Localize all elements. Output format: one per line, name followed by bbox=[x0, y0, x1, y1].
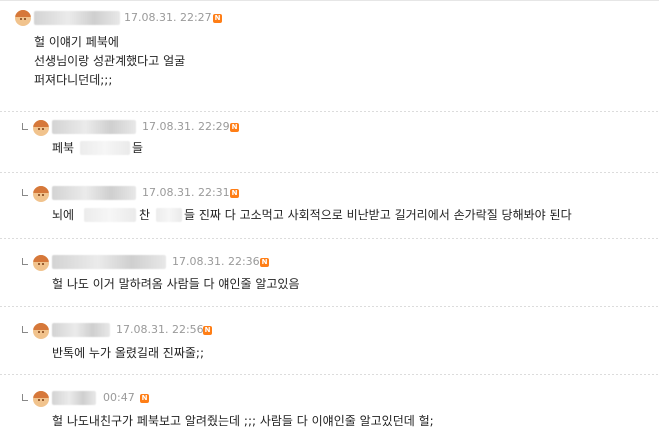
user-avatar-icon[interactable] bbox=[15, 10, 31, 26]
comment-divider bbox=[0, 238, 659, 239]
user-avatar-icon[interactable] bbox=[33, 391, 49, 407]
new-badge: N bbox=[260, 258, 269, 267]
comment-text: 반톡에 누가 올렸길래 진짜줄;; bbox=[52, 346, 205, 360]
user-avatar-icon[interactable] bbox=[33, 186, 49, 202]
reply-arrow-icon bbox=[22, 326, 28, 333]
comment-text: 들 bbox=[132, 141, 144, 155]
comment-text-line: 선생님이랑 성관계했다고 얼굴 bbox=[34, 54, 186, 68]
comment-time: 17.08.31. 22:31 bbox=[142, 186, 230, 199]
user-avatar-icon[interactable] bbox=[33, 255, 49, 271]
comment-time: 17.08.31. 22:36 bbox=[172, 255, 260, 268]
reply-arrow-icon bbox=[22, 258, 28, 265]
redacted-text bbox=[156, 208, 182, 222]
comment-time: 00:47 bbox=[103, 391, 135, 404]
comment-text: 뇌에 bbox=[52, 208, 75, 222]
comment-text: 헐 나도내친구가 페북보고 알려줬는데 ;;; 사람들 다 이얘인줄 알고있던데… bbox=[52, 414, 434, 428]
user-avatar-icon[interactable] bbox=[33, 120, 49, 136]
reply-arrow-icon bbox=[22, 189, 28, 196]
comment-text: 페북 bbox=[52, 141, 75, 155]
new-badge: N bbox=[203, 326, 212, 335]
new-badge: N bbox=[230, 189, 239, 198]
comment-text: 들 진짜 다 고소먹고 사회적으로 비난받고 길거리에서 손가락질 당해봐야 된… bbox=[184, 208, 572, 222]
author-name-redacted[interactable] bbox=[52, 391, 96, 405]
comment-time: 17.08.31. 22:56 bbox=[116, 323, 204, 336]
author-name-redacted[interactable] bbox=[52, 186, 136, 200]
redacted-text bbox=[80, 141, 130, 155]
author-name-redacted[interactable] bbox=[52, 120, 136, 134]
author-name-redacted[interactable] bbox=[52, 323, 110, 337]
comment-divider bbox=[0, 306, 659, 307]
comment-time: 17.08.31. 22:27 bbox=[124, 11, 212, 24]
new-badge: N bbox=[140, 394, 149, 403]
top-border bbox=[0, 0, 659, 1]
reply-arrow-icon bbox=[22, 394, 28, 401]
user-avatar-icon[interactable] bbox=[33, 323, 49, 339]
comment-text: 찬 bbox=[139, 208, 151, 222]
comment-text-line: 헐 이얘기 페북에 bbox=[34, 35, 119, 49]
reply-arrow-icon bbox=[22, 123, 28, 130]
comment-text-line: 퍼져다니던데;;; bbox=[34, 73, 113, 87]
comment-text: 헐 나도 이거 말하려옴 사람들 다 얘인줄 알고있음 bbox=[52, 277, 300, 291]
new-badge: N bbox=[230, 123, 239, 132]
redacted-text bbox=[84, 208, 136, 222]
new-badge: N bbox=[213, 14, 222, 23]
author-name-redacted[interactable] bbox=[52, 255, 166, 269]
comment-divider bbox=[0, 172, 659, 173]
comment-time: 17.08.31. 22:29 bbox=[142, 120, 230, 133]
comment-divider bbox=[0, 111, 659, 112]
author-name-redacted[interactable] bbox=[34, 11, 120, 25]
comment-divider bbox=[0, 374, 659, 375]
